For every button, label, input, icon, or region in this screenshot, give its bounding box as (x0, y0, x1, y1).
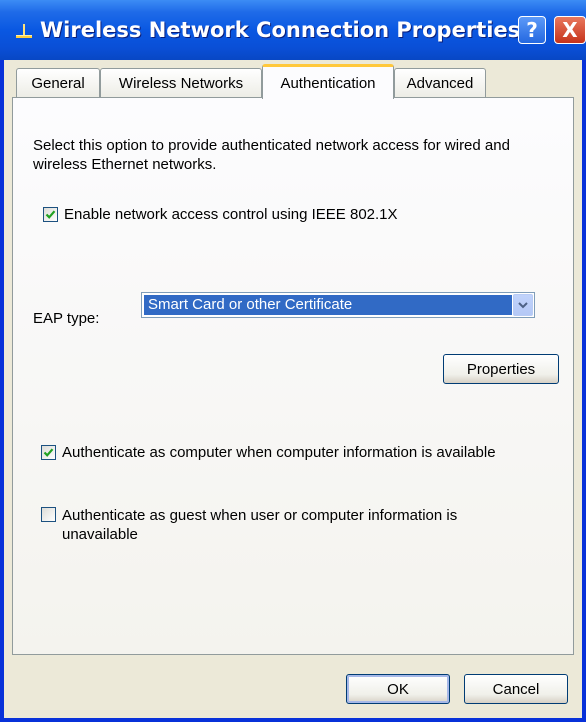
tab-general[interactable]: General (16, 68, 100, 98)
ok-button[interactable]: OK (346, 674, 450, 704)
checkmark-icon (45, 210, 56, 219)
enable-8021x-label: Enable network access control using IEEE… (64, 206, 398, 223)
auth-as-guest-label: Authenticate as guest when user or compu… (62, 507, 458, 543)
cancel-button[interactable]: Cancel (464, 674, 568, 704)
window-title: Wireless Network Connection Properties (40, 18, 521, 42)
enable-8021x-row[interactable]: Enable network access control using IEEE… (43, 206, 398, 223)
enable-8021x-checkbox[interactable] (43, 207, 58, 222)
ok-button-label: OK (387, 680, 409, 698)
help-icon: ? (526, 18, 538, 42)
tab-advanced[interactable]: Advanced (394, 68, 486, 98)
auth-as-guest-checkbox[interactable] (41, 507, 56, 522)
tab-label: Advanced (406, 75, 474, 92)
help-button[interactable]: ? (518, 16, 546, 44)
close-icon: X (562, 18, 578, 42)
network-connection-icon (14, 22, 34, 42)
eap-type-value: Smart Card or other Certificate (144, 295, 512, 315)
eap-dropdown-button[interactable] (513, 294, 533, 316)
auth-as-computer-checkbox[interactable] (41, 445, 56, 460)
tab-label: General (31, 75, 85, 92)
properties-window: Wireless Network Connection Properties ?… (0, 0, 586, 722)
tab-label: Authentication (280, 74, 376, 92)
dialog-client-area: General Wireless Networks Authentication… (4, 60, 582, 718)
tab-authentication[interactable]: Authentication (262, 64, 394, 99)
tab-wireless-networks[interactable]: Wireless Networks (100, 68, 262, 98)
cancel-button-label: Cancel (492, 680, 540, 698)
title-bar[interactable]: Wireless Network Connection Properties ?… (0, 0, 586, 60)
auth-as-computer-row[interactable]: Authenticate as computer when computer i… (41, 444, 571, 461)
close-button[interactable]: X (554, 16, 586, 44)
properties-button[interactable]: Properties (443, 354, 559, 384)
eap-type-label: EAP type: (33, 310, 100, 327)
authentication-description: Select this option to provide authentica… (33, 137, 510, 173)
auth-as-guest-row[interactable]: Authenticate as guest when user or compu… (41, 506, 521, 544)
chevron-down-icon (518, 302, 528, 309)
properties-button-label: Properties (466, 360, 536, 378)
checkmark-icon (43, 448, 54, 457)
tab-label: Wireless Networks (118, 75, 244, 92)
eap-type-dropdown[interactable]: Smart Card or other Certificate (141, 292, 535, 318)
authentication-panel: Select this option to provide authentica… (12, 97, 574, 655)
auth-as-computer-label: Authenticate as computer when computer i… (62, 444, 496, 461)
